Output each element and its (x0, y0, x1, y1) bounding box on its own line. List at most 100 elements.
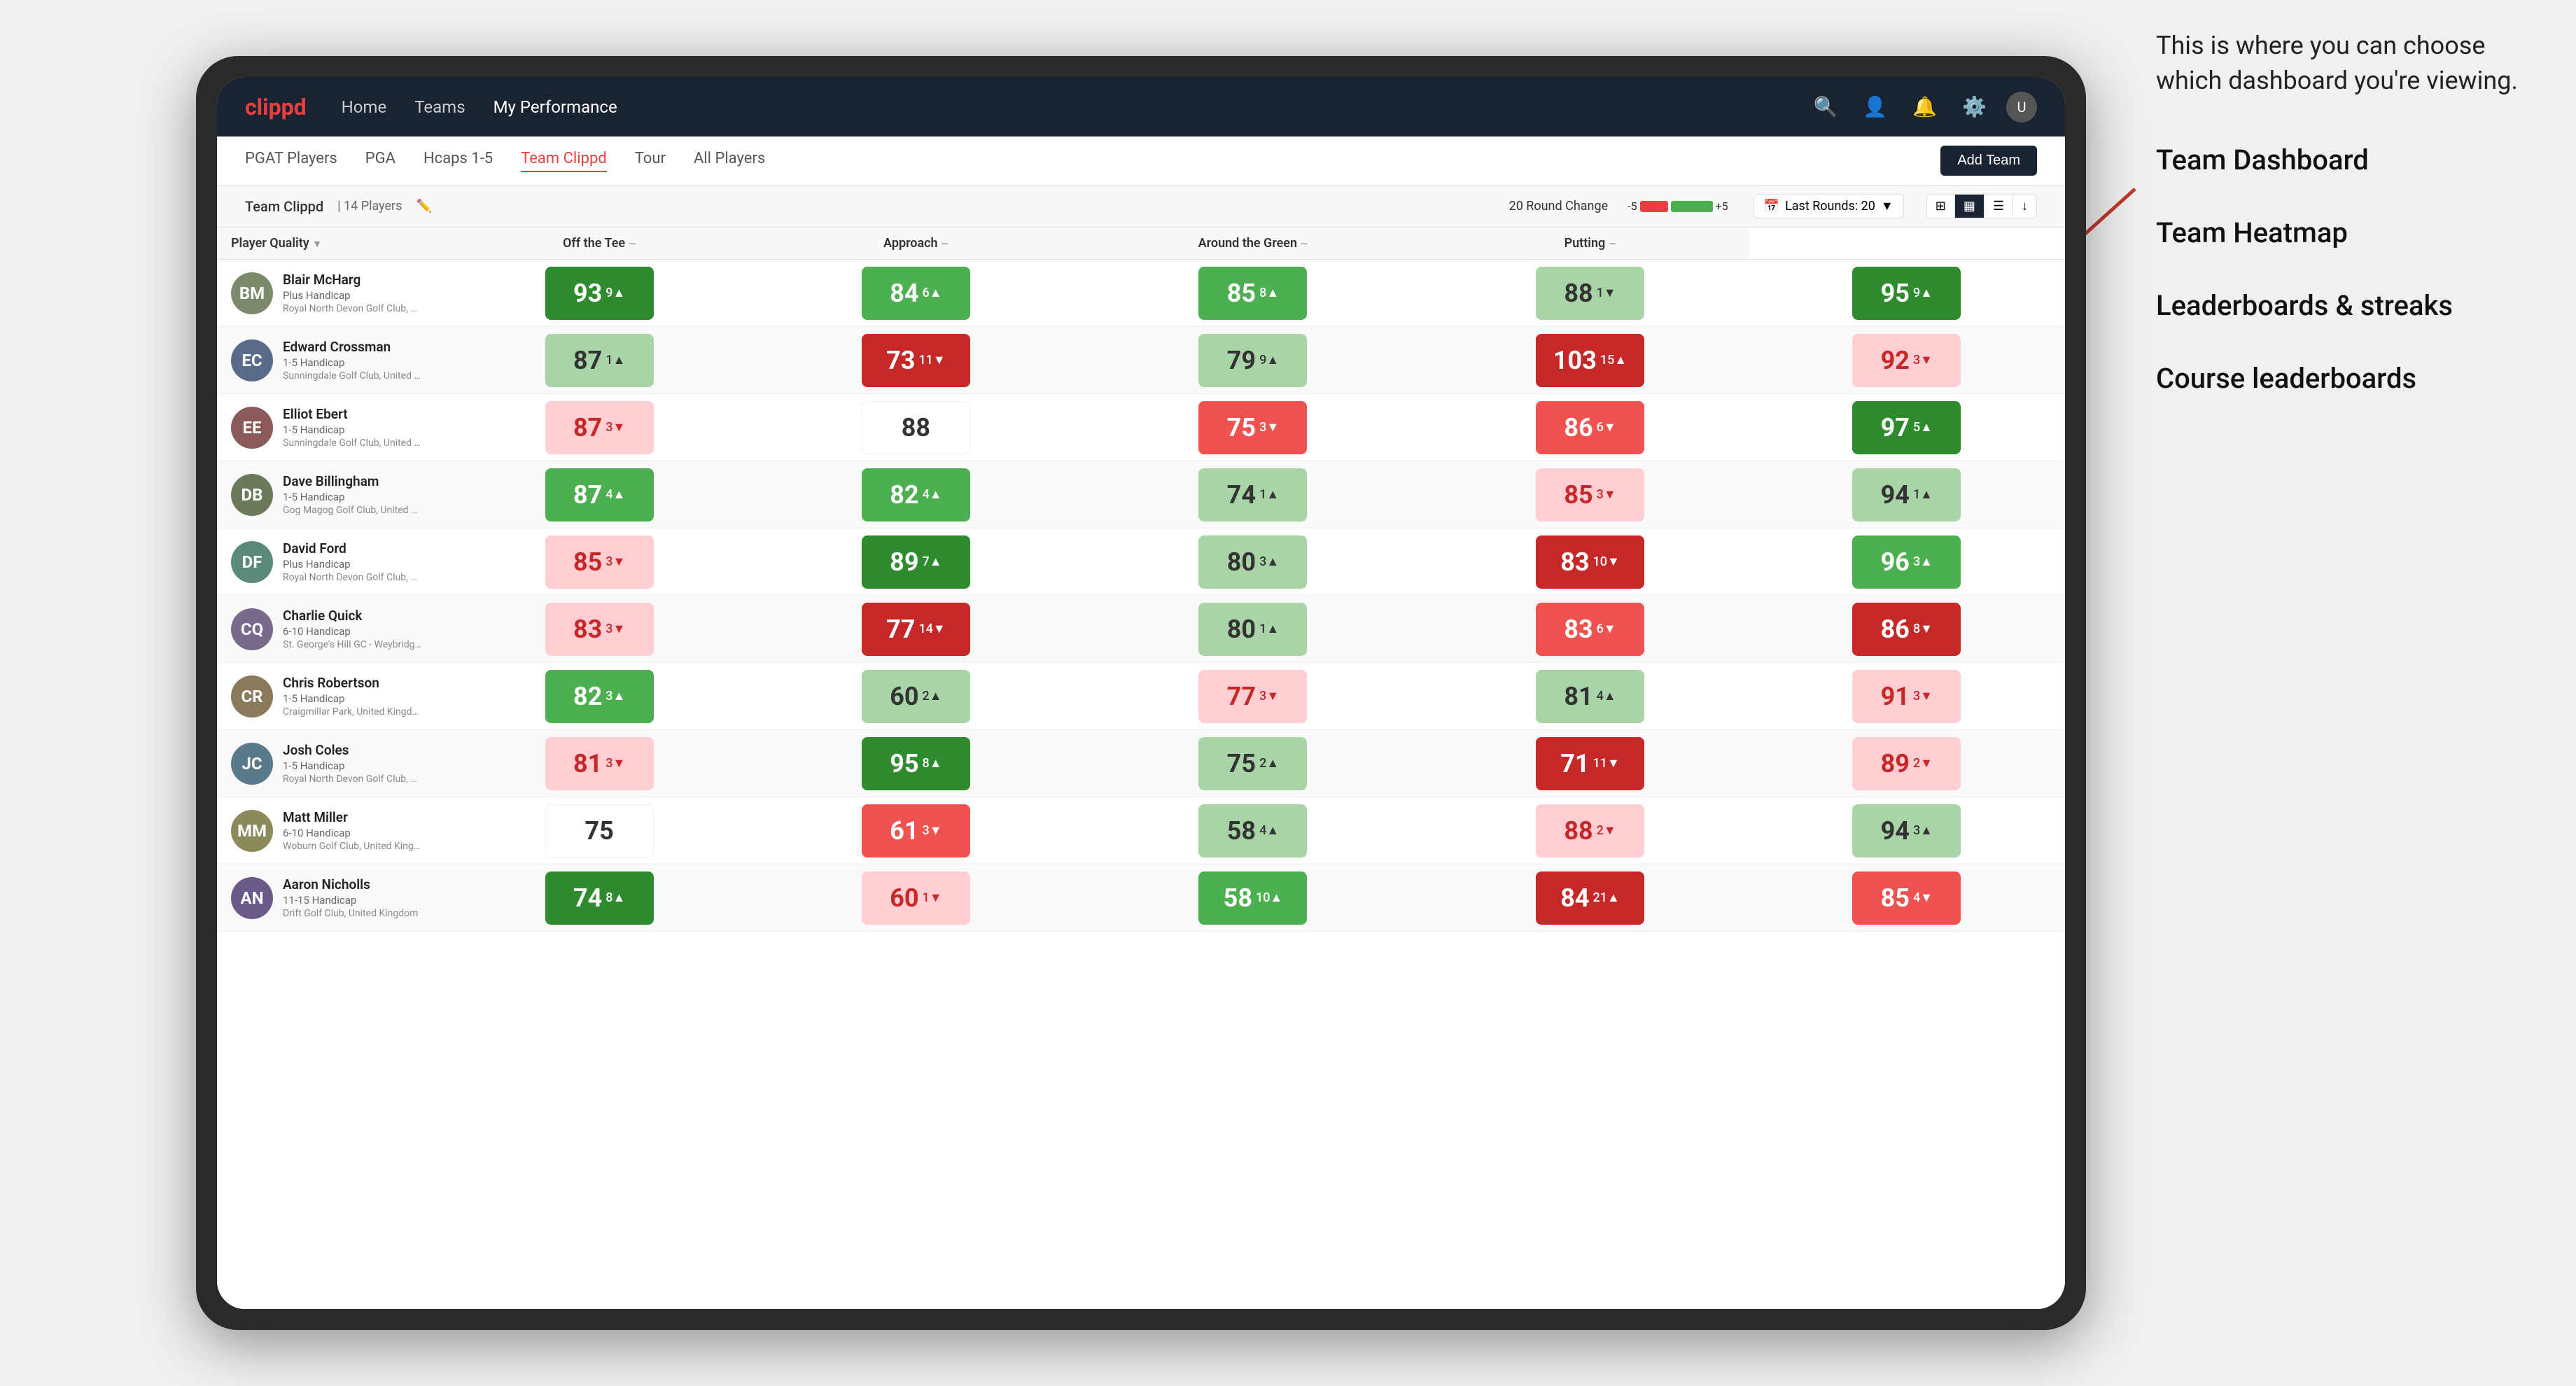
player-details: David Ford Plus Handicap Royal North Dev… (283, 540, 423, 583)
score-box: 89 7▲ (862, 536, 970, 589)
player-club: Drift Golf Club, United Kingdom (283, 908, 418, 919)
score-value: 94 (1881, 480, 1910, 510)
table-row[interactable]: EE Elliot Ebert 1-5 Handicap Sunningdale… (217, 394, 2065, 461)
score-value: 89 (1881, 749, 1910, 778)
subnav-hcaps[interactable]: Hcaps 1-5 (424, 150, 493, 172)
last-rounds-label: Last Rounds: 20 (1785, 199, 1875, 214)
score-cell: 84 21▲ (1432, 864, 1748, 932)
score-box: 85 8▲ (1198, 267, 1307, 320)
score-box: 93 9▲ (545, 267, 654, 320)
option-course-leaderboards: Course leaderboards (2156, 359, 2520, 398)
player-details: Chris Robertson 1-5 Handicap Craigmillar… (283, 675, 423, 718)
score-cell: 60 2▲ (757, 663, 1074, 730)
tablet-frame: clippd Home Teams My Performance 🔍 👤 🔔 ⚙… (196, 56, 2086, 1330)
score-value: 74 (573, 883, 602, 913)
score-box: 89 2▼ (1852, 737, 1961, 790)
round-change-label: 20 Round Change (1509, 199, 1609, 214)
player-name: Matt Miller (283, 809, 423, 825)
score-cell: 97 5▲ (1749, 394, 2065, 461)
nav-teams[interactable]: Teams (414, 94, 465, 120)
player-club: St. George's Hill GC - Weybridge - Surre… (283, 639, 423, 650)
table-row[interactable]: JC Josh Coles 1-5 Handicap Royal North D… (217, 730, 2065, 797)
player-cell: BM Blair McHarg Plus Handicap Royal Nort… (217, 260, 441, 327)
score-box: 94 3▲ (1852, 804, 1961, 858)
search-icon[interactable]: 🔍 (1808, 90, 1844, 124)
table-row[interactable]: BM Blair McHarg Plus Handicap Royal Nort… (217, 260, 2065, 327)
player-details: Elliot Ebert 1-5 Handicap Sunningdale Go… (283, 406, 423, 449)
score-box: 88 2▼ (1536, 804, 1644, 858)
score-box: 95 8▲ (862, 737, 970, 790)
subnav-pga[interactable]: PGA (365, 150, 396, 172)
score-cell: 95 9▲ (1749, 260, 2065, 327)
score-value: 75 (1227, 413, 1256, 442)
col-putting: Putting — (1432, 227, 1748, 260)
score-box: 85 3▼ (545, 536, 654, 589)
player-handicap: 1-5 Handicap (283, 760, 423, 772)
player-table: Player Quality ▼ Off the Tee — Approach … (217, 227, 2065, 932)
score-box: 83 10▼ (1536, 536, 1644, 589)
player-info: AN Aaron Nicholls 11-15 Handicap Drift G… (231, 876, 427, 919)
table-row[interactable]: CQ Charlie Quick 6-10 Handicap St. Georg… (217, 596, 2065, 663)
nav-home[interactable]: Home (342, 94, 387, 120)
player-cell: CQ Charlie Quick 6-10 Handicap St. Georg… (217, 596, 441, 663)
avatar[interactable]: U (2006, 92, 2037, 122)
score-value: 85 (1564, 480, 1592, 510)
last-rounds-button[interactable]: 📅 Last Rounds: 20 ▼ (1754, 194, 1904, 218)
score-cell: 91 3▼ (1749, 663, 2065, 730)
subnav-pgat-players[interactable]: PGAT Players (245, 150, 337, 172)
notifications-icon[interactable]: 🔔 (1907, 90, 1942, 124)
score-cell: 84 6▲ (757, 260, 1074, 327)
player-cell: EE Elliot Ebert 1-5 Handicap Sunningdale… (217, 394, 441, 461)
player-details: Charlie Quick 6-10 Handicap St. George's… (283, 608, 423, 650)
table-row[interactable]: EC Edward Crossman 1-5 Handicap Sunningd… (217, 327, 2065, 394)
settings-icon[interactable]: ⚙️ (1956, 90, 1992, 124)
person-icon[interactable]: 👤 (1857, 90, 1893, 124)
score-box: 94 1▲ (1852, 468, 1961, 522)
table-row[interactable]: CR Chris Robertson 1-5 Handicap Craigmil… (217, 663, 2065, 730)
score-value: 83 (1564, 615, 1592, 644)
player-info: JC Josh Coles 1-5 Handicap Royal North D… (231, 742, 427, 785)
player-handicap: 6-10 Handicap (283, 625, 423, 638)
score-value: 95 (890, 749, 918, 778)
player-club: Royal North Devon Golf Club, United King… (283, 572, 423, 583)
player-details: Edward Crossman 1-5 Handicap Sunningdale… (283, 339, 423, 382)
score-value: 58 (1227, 816, 1256, 846)
score-box: 87 3▼ (545, 401, 654, 454)
score-cell: 75 3▼ (1074, 394, 1432, 461)
score-cell: 73 11▼ (757, 327, 1074, 394)
main-content: Player Quality ▼ Off the Tee — Approach … (217, 227, 2065, 1309)
bar-positive (1671, 201, 1713, 212)
score-box: 84 6▲ (862, 267, 970, 320)
score-box: 82 3▲ (545, 670, 654, 723)
table-row[interactable]: DB Dave Billingham 1-5 Handicap Gog Mago… (217, 461, 2065, 528)
grid-view-button[interactable]: ⊞ (1927, 195, 1955, 218)
player-avatar: JC (231, 743, 273, 785)
heatmap-view-button[interactable]: ▦ (1955, 195, 1984, 218)
player-name: Josh Coles (283, 742, 423, 758)
export-button[interactable]: ↓ (2013, 195, 2036, 218)
table-row[interactable]: DF David Ford Plus Handicap Royal North … (217, 528, 2065, 596)
player-avatar: DB (231, 474, 273, 516)
score-value: 80 (1227, 615, 1256, 644)
table-row[interactable]: AN Aaron Nicholls 11-15 Handicap Drift G… (217, 864, 2065, 932)
edit-icon[interactable]: ✏️ (416, 199, 431, 214)
score-box: 85 3▼ (1536, 468, 1644, 522)
subnav-tour[interactable]: Tour (635, 150, 666, 172)
score-box: 83 3▼ (545, 603, 654, 656)
bar-pos-label: +5 (1716, 200, 1728, 213)
score-value: 60 (890, 883, 918, 913)
list-view-button[interactable]: ☰ (1984, 195, 2013, 218)
subnav-team-clippd[interactable]: Team Clippd (521, 150, 607, 172)
score-value: 85 (573, 547, 602, 577)
table-row[interactable]: MM Matt Miller 6-10 Handicap Woburn Golf… (217, 797, 2065, 864)
col-off-tee: Off the Tee — (441, 227, 757, 260)
score-cell: 88 2▼ (1432, 797, 1748, 864)
subnav-all-players[interactable]: All Players (694, 150, 765, 172)
score-cell: 94 1▲ (1749, 461, 2065, 528)
score-value: 97 (1881, 413, 1910, 442)
nav-my-performance[interactable]: My Performance (493, 94, 617, 120)
score-box: 82 4▲ (862, 468, 970, 522)
score-value: 95 (1881, 279, 1910, 308)
add-team-button[interactable]: Add Team (1940, 146, 2037, 176)
player-table-body: BM Blair McHarg Plus Handicap Royal Nort… (217, 260, 2065, 932)
